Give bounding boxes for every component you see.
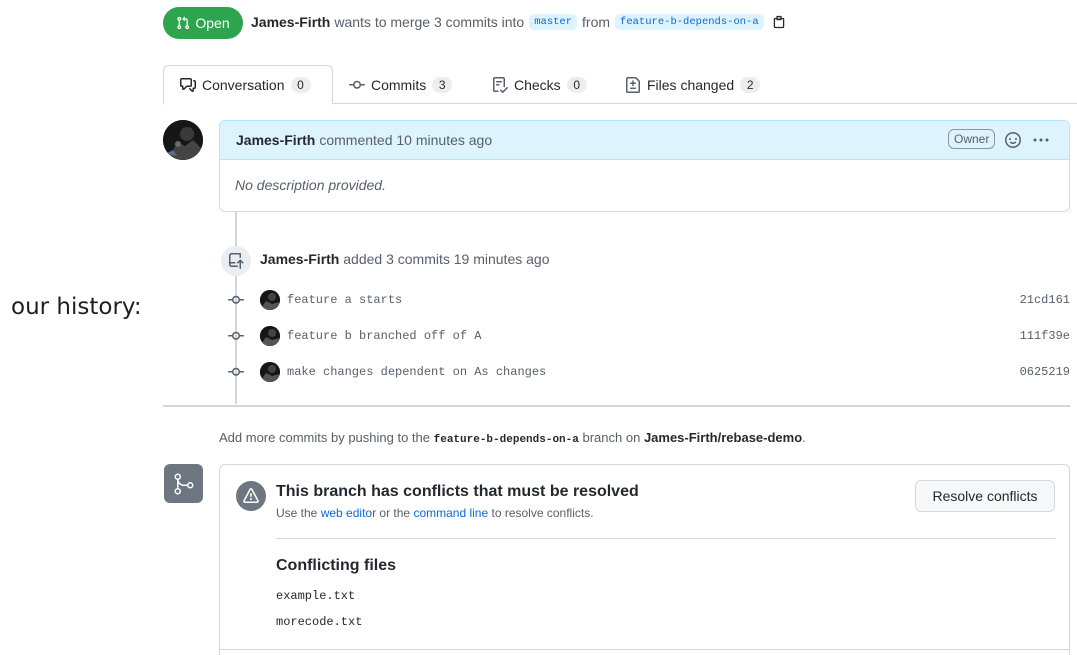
head-branch-label[interactable]: feature-b-depends-on-a: [615, 14, 764, 30]
pr-from-text: from: [582, 14, 611, 30]
add-more-commits-text: Add more commits by pushing to the featu…: [219, 430, 806, 446]
comment-body: No description provided.: [235, 177, 386, 193]
add-more-suffix: .: [802, 430, 806, 445]
tab-files-changed[interactable]: Files changed 2: [609, 65, 776, 104]
git-commit-icon: [228, 295, 244, 304]
tab-conversation-label: Conversation: [202, 77, 285, 93]
push-event-text: James-Firth added 3 commits 19 minutes a…: [260, 251, 549, 267]
smiley-icon[interactable]: [1005, 132, 1021, 148]
add-more-prefix: Add more commits by pushing to the: [219, 430, 430, 445]
conflict-sub-suffix: to resolve conflicts.: [491, 506, 594, 520]
merge-bottom-separator: [220, 649, 1069, 650]
conflicting-files-title: Conflicting files: [276, 557, 396, 574]
comment-author-link[interactable]: James-Firth: [236, 132, 315, 148]
avatar-image: [163, 120, 203, 160]
checklist-icon: [493, 76, 508, 93]
add-more-branch: feature-b-depends-on-a: [433, 434, 579, 446]
conflicting-file: example.txt: [276, 589, 356, 603]
add-more-middle: branch on: [582, 430, 641, 445]
repo-push-icon: [221, 246, 251, 276]
conflict-sub-prefix: Use the: [276, 506, 318, 520]
commit-row: feature a starts 21cd161: [228, 289, 1070, 311]
kebab-menu-icon[interactable]: [1032, 132, 1050, 148]
web-editor-link[interactable]: web editor: [321, 506, 376, 520]
commit-avatar[interactable]: [260, 326, 280, 346]
git-merge-icon: [164, 464, 203, 503]
tab-files-changed-count: 2: [740, 76, 761, 93]
commit-row: feature b branched off of A 111f39e: [228, 325, 1070, 347]
comment-box: James-Firth commented 10 minutes ago Own…: [219, 120, 1070, 212]
tab-checks[interactable]: Checks 0: [476, 65, 603, 104]
pr-header-text: James-Firth wants to merge 3 commits int…: [251, 14, 786, 30]
file-diff-icon: [626, 76, 640, 93]
commit-message-link[interactable]: feature a starts: [287, 293, 402, 307]
pr-tabs: Conversation 0 Commits 3 Checks 0 Files …: [163, 65, 1077, 105]
conflict-subtitle: Use the web editor or the command line t…: [276, 506, 594, 520]
conflict-title: This branch has conflicts that must be r…: [276, 483, 639, 500]
pr-author-link[interactable]: James-Firth: [251, 14, 330, 30]
command-line-link[interactable]: command line: [413, 506, 488, 520]
push-event-meta: added 3 commits 19 minutes ago: [343, 251, 550, 267]
alert-icon: [236, 481, 266, 511]
commit-avatar[interactable]: [260, 362, 280, 382]
tab-conversation-count: 0: [290, 77, 311, 93]
comment-meta[interactable]: commented 10 minutes ago: [319, 132, 492, 148]
commit-sha-link[interactable]: 0625219: [1020, 365, 1070, 379]
copy-icon[interactable]: [772, 15, 786, 29]
merge-separator: [276, 538, 1055, 539]
git-commit-icon: [228, 331, 244, 340]
commit-avatar[interactable]: [260, 290, 280, 310]
tab-checks-count: 0: [566, 76, 587, 93]
git-pull-request-icon: [177, 16, 190, 30]
tab-checks-label: Checks: [514, 76, 561, 93]
side-caption: our history:: [11, 294, 142, 320]
tab-commits-label: Commits: [371, 76, 427, 93]
avatar[interactable]: [163, 120, 203, 160]
merge-status-box: This branch has conflicts that must be r…: [219, 464, 1070, 655]
tab-commits-count: 3: [432, 76, 453, 93]
pr-state-badge: Open: [163, 7, 243, 39]
comment-header: James-Firth commented 10 minutes ago Own…: [220, 121, 1069, 160]
conflicting-file: morecode.txt: [276, 615, 363, 629]
tab-files-changed-label: Files changed: [647, 76, 735, 93]
commit-sha-link[interactable]: 111f39e: [1020, 329, 1070, 343]
timeline-divider: [163, 405, 1070, 407]
commit-row: make changes dependent on As changes 062…: [228, 361, 1070, 383]
base-branch-label[interactable]: master: [529, 14, 578, 30]
git-commit-icon: [228, 367, 244, 376]
owner-badge: Owner: [948, 129, 996, 149]
commit-sha-link[interactable]: 21cd161: [1020, 293, 1070, 307]
tab-conversation[interactable]: Conversation 0: [163, 65, 333, 105]
commit-message-link[interactable]: make changes dependent on As changes: [287, 365, 546, 379]
commit-message-link[interactable]: feature b branched off of A: [287, 329, 481, 343]
pr-state-label: Open: [195, 15, 230, 31]
repo-link[interactable]: James-Firth/rebase-demo: [644, 430, 802, 445]
conflict-sub-middle: or the: [379, 506, 411, 520]
pr-merge-text: wants to merge 3 commits into: [334, 14, 525, 30]
resolve-conflicts-button[interactable]: Resolve conflicts: [915, 480, 1055, 512]
push-author-link[interactable]: James-Firth: [260, 251, 339, 267]
comment-discussion-icon: [180, 78, 196, 92]
tab-commits[interactable]: Commits 3: [333, 65, 468, 104]
git-commit-icon: [349, 80, 365, 89]
